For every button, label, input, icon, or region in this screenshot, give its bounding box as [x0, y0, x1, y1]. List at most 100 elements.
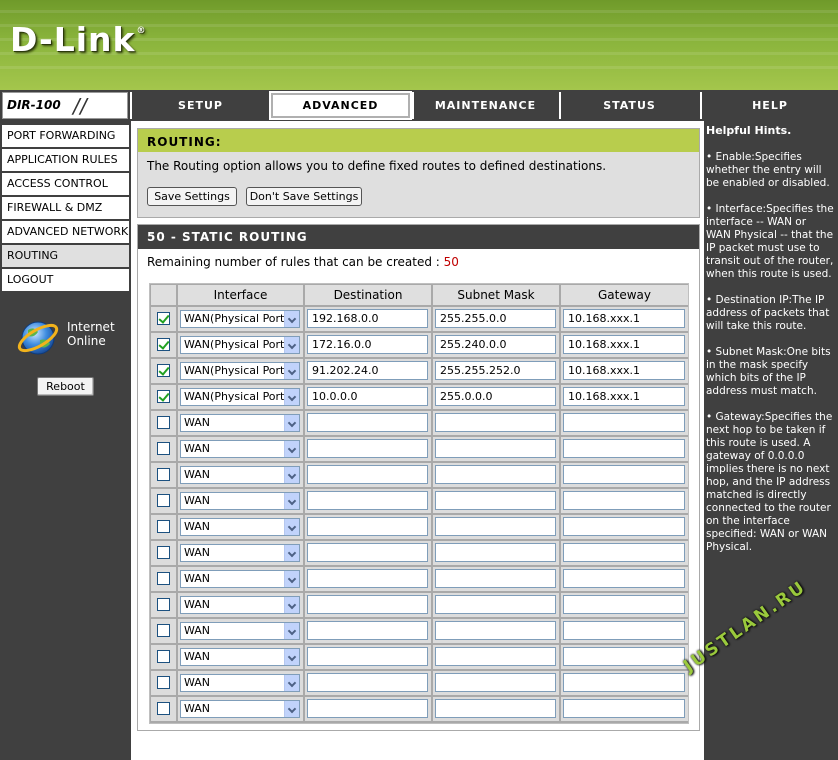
interface-value: WAN [184, 494, 211, 507]
tab-maintenance[interactable]: MAINTENANCE [412, 92, 557, 119]
gateway-input[interactable]: 10.168.xxx.1 [563, 309, 685, 328]
gateway-input[interactable]: 10.168.xxx.1 [563, 387, 685, 406]
enable-checkbox[interactable] [157, 624, 170, 637]
interface-select[interactable]: WAN [180, 596, 300, 614]
interface-select[interactable]: WAN(Physical Port) [180, 310, 300, 328]
interface-select[interactable]: WAN [180, 622, 300, 640]
enable-checkbox[interactable] [157, 390, 170, 403]
gateway-input[interactable] [563, 569, 685, 588]
enable-checkbox[interactable] [157, 598, 170, 611]
tab-advanced[interactable]: ADVANCED [269, 91, 412, 120]
sidebar-item-application-rules[interactable]: APPLICATION RULES [2, 149, 129, 171]
enable-checkbox[interactable] [157, 442, 170, 455]
subnet-mask-input[interactable] [435, 647, 556, 666]
destination-input[interactable] [307, 647, 428, 666]
destination-input[interactable] [307, 413, 428, 432]
gateway-input[interactable] [563, 647, 685, 666]
enable-checkbox[interactable] [157, 338, 170, 351]
destination-input[interactable] [307, 439, 428, 458]
interface-select[interactable]: WAN [180, 518, 300, 536]
gateway-input[interactable] [563, 621, 685, 640]
subnet-mask-input[interactable] [435, 569, 556, 588]
enable-checkbox[interactable] [157, 494, 170, 507]
gateway-input[interactable] [563, 673, 685, 692]
interface-select[interactable]: WAN [180, 414, 300, 432]
destination-input[interactable]: 10.0.0.0 [307, 387, 428, 406]
destination-input[interactable] [307, 621, 428, 640]
destination-input[interactable]: 192.168.0.0 [307, 309, 428, 328]
sidebar-item-logout[interactable]: LOGOUT [2, 269, 129, 291]
subnet-mask-input[interactable] [435, 413, 556, 432]
enable-checkbox[interactable] [157, 572, 170, 585]
destination-cell: 172.16.0.0 [305, 333, 431, 357]
subnet-mask-input[interactable]: 255.255.252.0 [435, 361, 556, 380]
destination-input[interactable] [307, 491, 428, 510]
destination-input[interactable] [307, 699, 428, 718]
interface-select[interactable]: WAN [180, 648, 300, 666]
enable-checkbox[interactable] [157, 520, 170, 533]
sidebar-item-access-control[interactable]: ACCESS CONTROL [2, 173, 129, 195]
subnet-mask-input[interactable]: 255.0.0.0 [435, 387, 556, 406]
subnet-mask-input[interactable] [435, 439, 556, 458]
gateway-input[interactable] [563, 413, 685, 432]
subnet-mask-input[interactable]: 255.255.0.0 [435, 309, 556, 328]
sidebar-item-routing[interactable]: ROUTING [2, 245, 129, 267]
enable-checkbox[interactable] [157, 650, 170, 663]
destination-input[interactable] [307, 595, 428, 614]
subnet-mask-input[interactable] [435, 621, 556, 640]
enable-checkbox[interactable] [157, 702, 170, 715]
sidebar-item-port-forwarding[interactable]: PORT FORWARDING [2, 125, 129, 147]
gateway-input[interactable] [563, 491, 685, 510]
interface-select[interactable]: WAN [180, 674, 300, 692]
destination-input[interactable] [307, 465, 428, 484]
reboot-button[interactable]: Reboot [37, 377, 94, 396]
destination-input[interactable] [307, 673, 428, 692]
tab-status[interactable]: STATUS [559, 92, 698, 119]
subnet-mask-input[interactable] [435, 699, 556, 718]
interface-select[interactable]: WAN [180, 544, 300, 562]
enable-checkbox[interactable] [157, 468, 170, 481]
enable-checkbox[interactable] [157, 312, 170, 325]
sidebar-item-advanced-network[interactable]: ADVANCED NETWORK [2, 221, 129, 243]
gateway-input[interactable] [563, 699, 685, 718]
gateway-input[interactable] [563, 465, 685, 484]
destination-input[interactable]: 91.202.24.0 [307, 361, 428, 380]
save-settings-button[interactable]: Save Settings [147, 187, 237, 206]
subnet-mask-input[interactable] [435, 673, 556, 692]
interface-select[interactable]: WAN [180, 440, 300, 458]
interface-select[interactable]: WAN [180, 700, 300, 718]
subnet-mask-input[interactable] [435, 465, 556, 484]
destination-input[interactable] [307, 543, 428, 562]
subnet-mask-input[interactable] [435, 543, 556, 562]
subnet-mask-input[interactable]: 255.240.0.0 [435, 335, 556, 354]
interface-select[interactable]: WAN [180, 570, 300, 588]
tab-setup[interactable]: SETUP [130, 92, 269, 119]
interface-cell: WAN [178, 489, 303, 513]
enable-checkbox[interactable] [157, 676, 170, 689]
dont-save-settings-button[interactable]: Don't Save Settings [246, 187, 362, 206]
interface-select[interactable]: WAN [180, 466, 300, 484]
destination-input[interactable] [307, 517, 428, 536]
gateway-input[interactable] [563, 595, 685, 614]
subnet-mask-input[interactable] [435, 595, 556, 614]
subnet-mask-input[interactable] [435, 517, 556, 536]
sidebar-item-firewall-dmz[interactable]: FIREWALL & DMZ [2, 197, 129, 219]
tab-help[interactable]: HELP [700, 92, 838, 119]
enable-checkbox[interactable] [157, 546, 170, 559]
enable-cell [151, 593, 176, 617]
gateway-input[interactable]: 10.168.xxx.1 [563, 361, 685, 380]
interface-value: WAN [184, 416, 211, 429]
destination-input[interactable] [307, 569, 428, 588]
subnet-mask-input[interactable] [435, 491, 556, 510]
enable-checkbox[interactable] [157, 364, 170, 377]
gateway-input[interactable] [563, 517, 685, 536]
enable-checkbox[interactable] [157, 416, 170, 429]
interface-select[interactable]: WAN [180, 492, 300, 510]
interface-select[interactable]: WAN(Physical Port) [180, 362, 300, 380]
gateway-input[interactable]: 10.168.xxx.1 [563, 335, 685, 354]
destination-input[interactable]: 172.16.0.0 [307, 335, 428, 354]
gateway-input[interactable] [563, 543, 685, 562]
interface-select[interactable]: WAN(Physical Port) [180, 388, 300, 406]
interface-select[interactable]: WAN(Physical Port) [180, 336, 300, 354]
gateway-input[interactable] [563, 439, 685, 458]
